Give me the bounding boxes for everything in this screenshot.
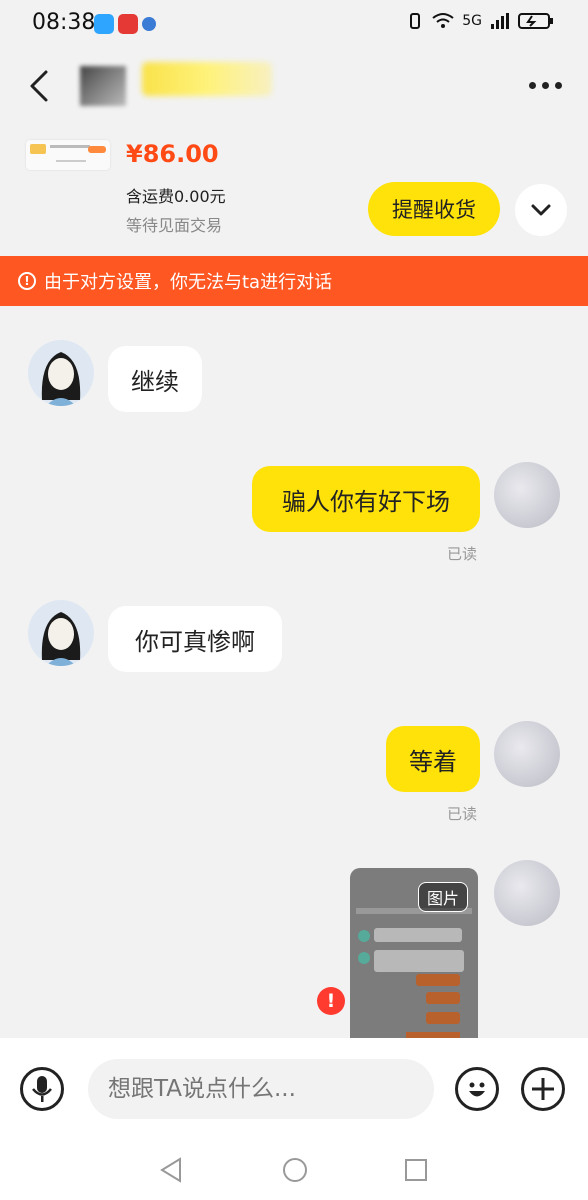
system-nav-bar [0, 1142, 588, 1200]
message-input[interactable] [88, 1059, 434, 1119]
remind-receipt-button[interactable]: 提醒收货 [368, 182, 500, 236]
vibrate-icon [410, 13, 421, 29]
nav-back-icon[interactable] [158, 1156, 184, 1184]
username-blurred [142, 62, 272, 96]
product-price: ¥86.00 [126, 140, 219, 168]
wifi-icon [432, 13, 454, 28]
my-avatar[interactable] [494, 462, 560, 528]
shipping-fee: 含运费0.00元 [126, 187, 226, 206]
plus-icon [532, 1078, 554, 1100]
image-message[interactable]: 图片 [350, 868, 478, 1038]
deal-status: 等待见面交易 [126, 216, 223, 235]
portrait-icon [28, 340, 94, 406]
banner-text: 由于对方设置，你无法与ta进行对话 [44, 272, 333, 293]
signal-icon [491, 13, 509, 29]
product-thumbnail[interactable] [26, 140, 110, 170]
portrait-icon [28, 600, 94, 666]
message-bubble[interactable]: 继续 [108, 346, 202, 412]
status-time: 08:38 [32, 10, 96, 35]
emoji-button[interactable] [455, 1067, 499, 1111]
more-icon[interactable] [529, 82, 562, 89]
voice-button[interactable] [20, 1067, 64, 1111]
my-avatar[interactable] [494, 860, 560, 926]
back-icon [30, 70, 48, 102]
message-icon [94, 14, 114, 34]
read-status: 已读 [447, 805, 478, 823]
send-error-icon[interactable]: ! [317, 987, 345, 1015]
avatar-name-blurred [80, 66, 126, 106]
read-status: 已读 [447, 545, 478, 563]
warning-icon: ! [18, 272, 36, 290]
message-bubble[interactable]: 骗人你有好下场 [252, 466, 480, 532]
app-small-icon [142, 17, 156, 31]
nav-home-icon[interactable] [282, 1156, 308, 1184]
app-icon [118, 14, 138, 34]
chevron-down-icon [531, 204, 551, 216]
image-tag: 图片 [417, 882, 468, 912]
message-bubble[interactable]: 你可真惨啊 [108, 606, 282, 672]
contact-avatar[interactable] [28, 340, 94, 406]
network-type: 5G [462, 13, 482, 29]
my-avatar[interactable] [494, 721, 560, 787]
message-bubble[interactable]: 等着 [386, 726, 480, 792]
restriction-banner: ! 由于对方设置，你无法与ta进行对话 [0, 256, 588, 306]
battery-icon [518, 13, 553, 29]
add-button[interactable] [521, 1067, 565, 1111]
emoji-icon [469, 1082, 485, 1097]
contact-avatar[interactable] [28, 600, 94, 666]
microphone-icon [32, 1076, 52, 1102]
status-right: 5G [406, 12, 554, 30]
expand-button[interactable] [515, 184, 567, 236]
back-button[interactable] [26, 66, 56, 106]
nav-recents-icon[interactable] [403, 1156, 429, 1184]
